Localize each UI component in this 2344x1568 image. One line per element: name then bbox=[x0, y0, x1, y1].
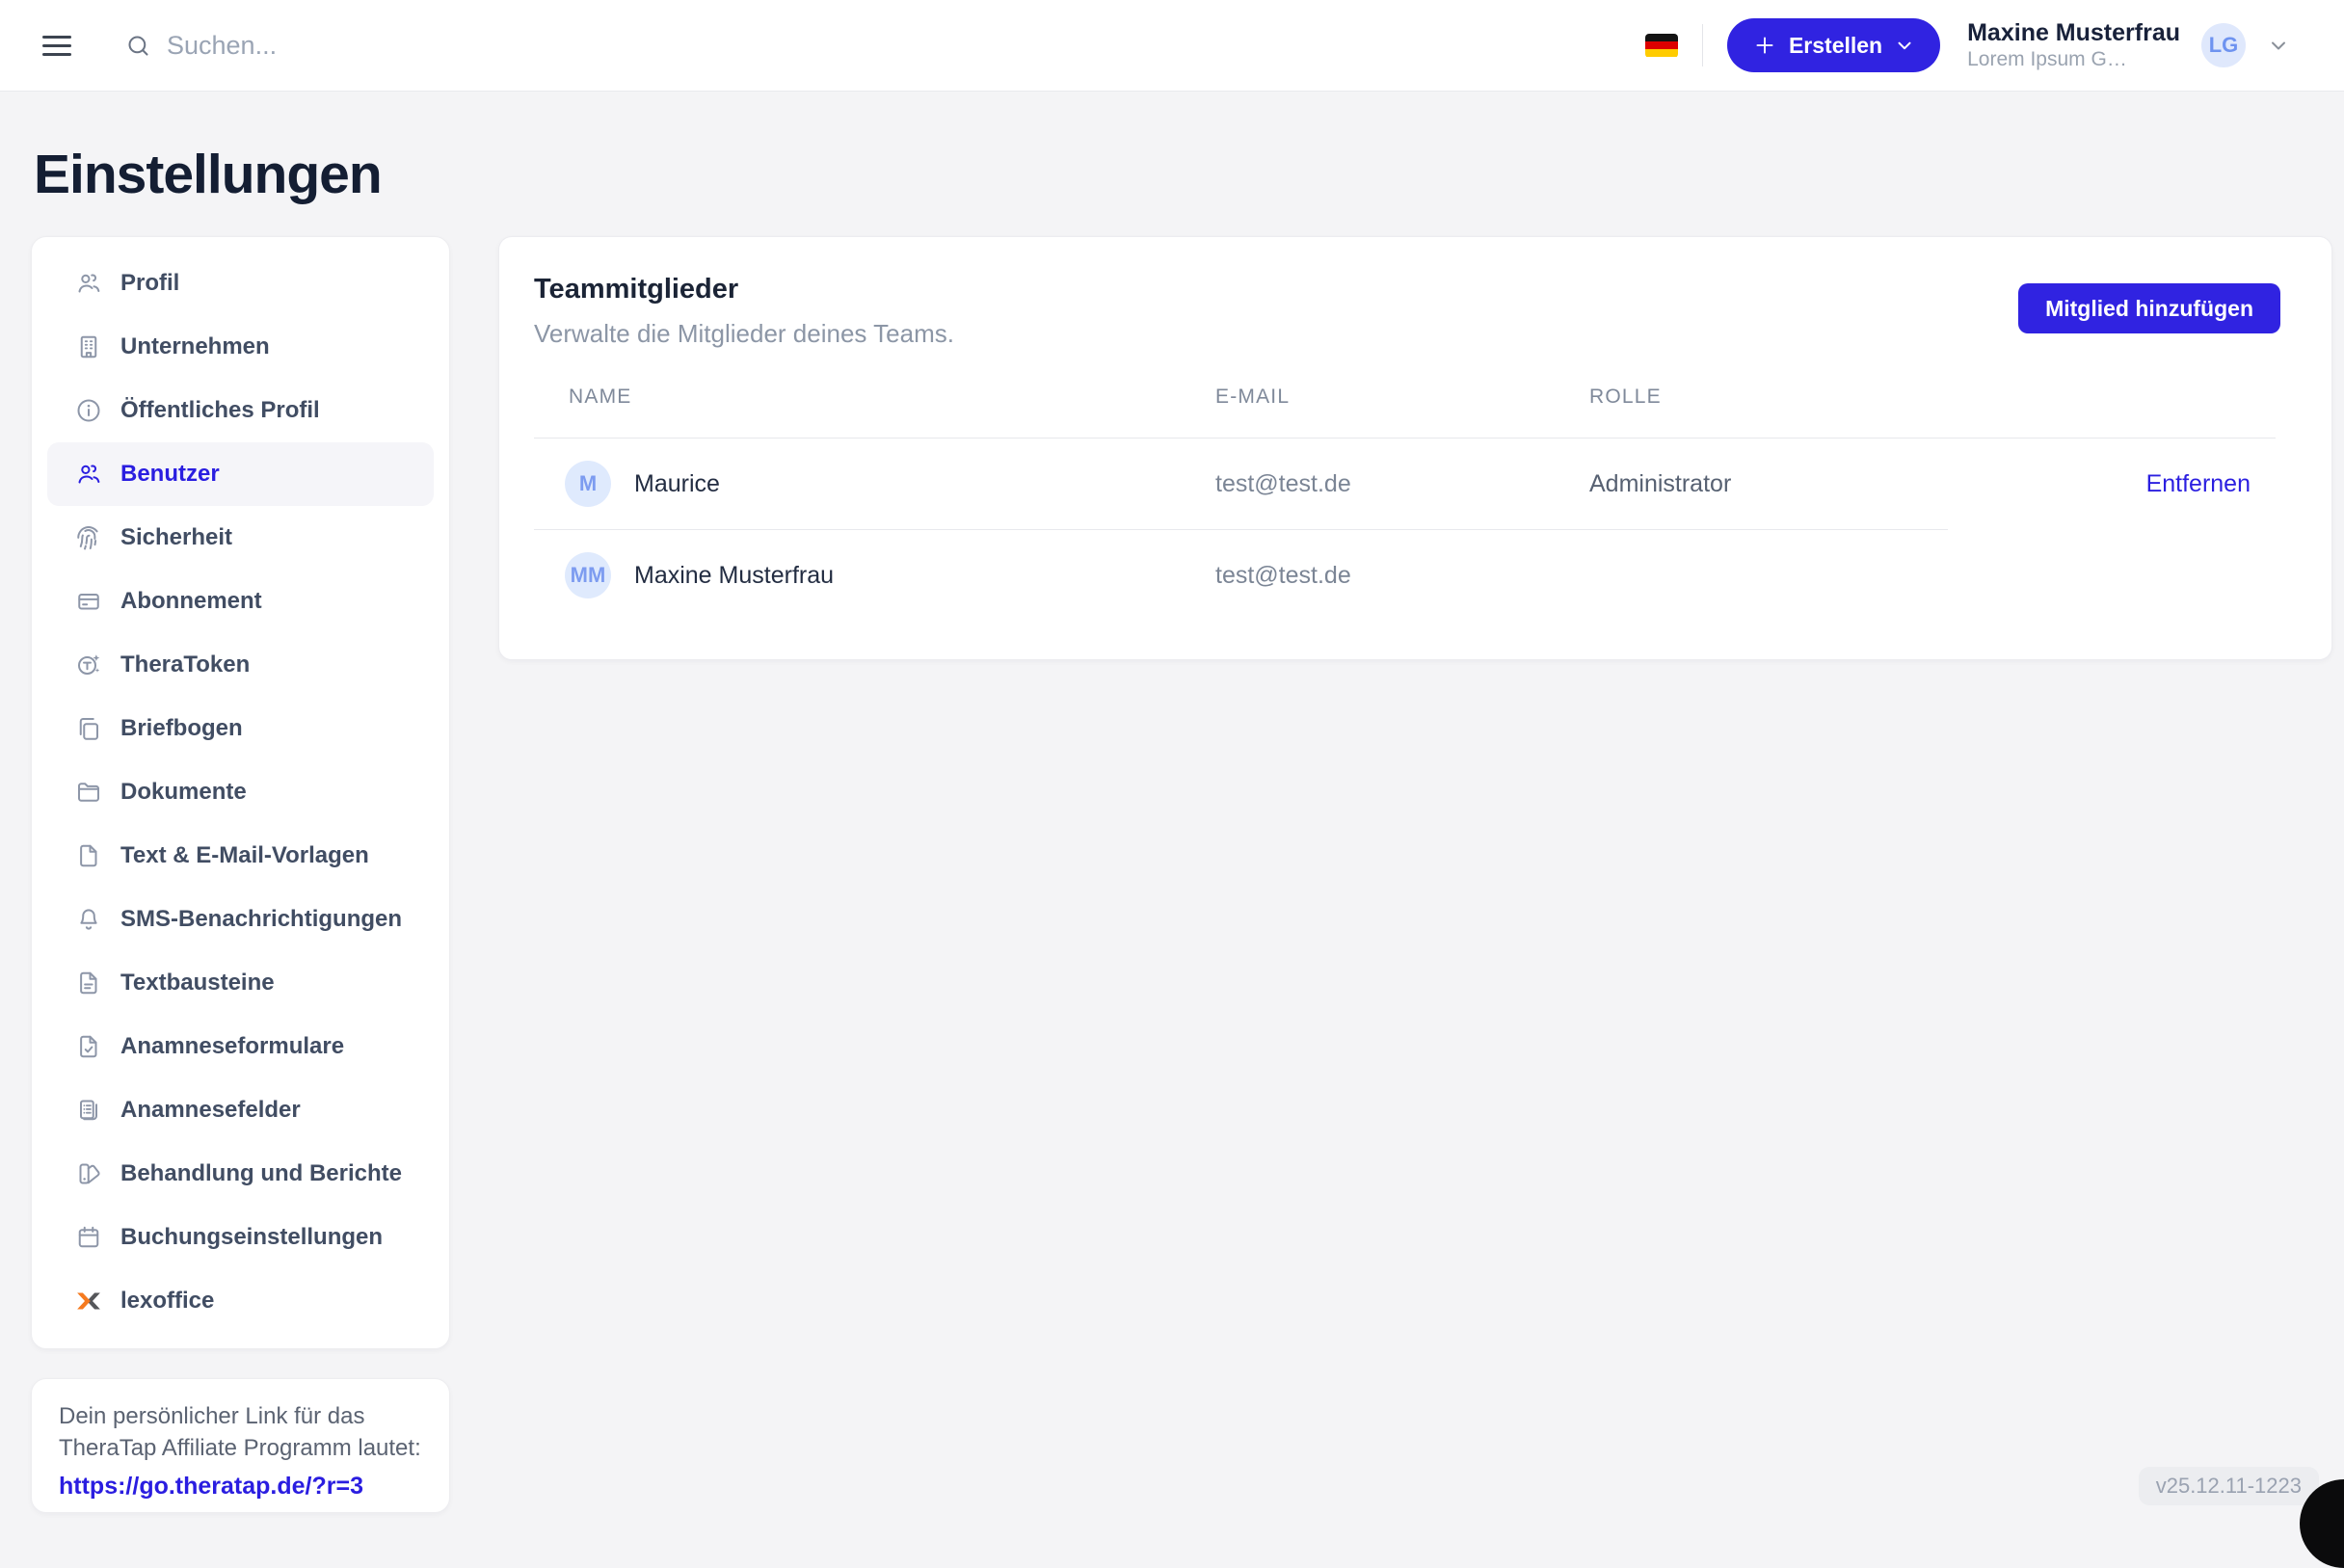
sidebar-item-behandlung-und-berichte[interactable]: Behandlung und Berichte bbox=[47, 1142, 434, 1206]
sidebar-item-unternehmen[interactable]: Unternehmen bbox=[47, 315, 434, 379]
sidebar-item-briefbogen[interactable]: Briefbogen bbox=[47, 697, 434, 760]
sidebar-item-label: SMS-Benachrichtigungen bbox=[120, 906, 402, 933]
calendar-icon bbox=[74, 1223, 103, 1252]
member-name: Maurice bbox=[634, 470, 720, 498]
sidebar-item-sms-benachrichtigungen[interactable]: SMS-Benachrichtigungen bbox=[47, 888, 434, 951]
users-icon bbox=[74, 269, 103, 298]
page-title: Einstellungen bbox=[34, 143, 382, 206]
sidebar-item-label: Behandlung und Berichte bbox=[120, 1160, 402, 1187]
token-sparkle-icon bbox=[74, 651, 103, 679]
menu-icon[interactable] bbox=[42, 36, 71, 56]
sidebar-item-label: Sicherheit bbox=[120, 524, 232, 551]
sidebar-item-label: Briefbogen bbox=[120, 715, 243, 742]
sidebar-item-text-email-vorlagen[interactable]: Text & E-Mail-Vorlagen bbox=[47, 824, 434, 888]
sidebar-item-dokumente[interactable]: Dokumente bbox=[47, 760, 434, 824]
member-name: Maxine Musterfrau bbox=[634, 562, 834, 590]
bell-icon bbox=[74, 905, 103, 934]
card-title: Teammitglieder bbox=[534, 274, 954, 306]
lexoffice-logo bbox=[74, 1287, 103, 1316]
create-button-label: Erstellen bbox=[1789, 33, 1882, 59]
plus-icon bbox=[1752, 33, 1777, 58]
sidebar-item-label: Textbausteine bbox=[120, 970, 275, 997]
version-badge: v25.12.11-1223 bbox=[2139, 1467, 2319, 1505]
user-chevron-down-icon[interactable] bbox=[2267, 34, 2290, 57]
search-icon bbox=[125, 33, 151, 59]
sidebar-item-benutzer[interactable]: Benutzer bbox=[47, 442, 434, 506]
column-header-role: ROLLE bbox=[1589, 385, 2033, 409]
header-divider bbox=[1702, 24, 1703, 66]
user-subtitle: Lorem Ipsum G… bbox=[1967, 47, 2180, 72]
sidebar-item-profil[interactable]: Profil bbox=[47, 252, 434, 315]
file-icon bbox=[74, 841, 103, 870]
member-role: Administrator bbox=[1589, 470, 2033, 498]
users-icon bbox=[74, 460, 103, 489]
user-name: Maxine Musterfrau bbox=[1967, 18, 2180, 47]
sidebar-item-label: Profil bbox=[120, 270, 179, 297]
credit-card-icon bbox=[74, 587, 103, 616]
member-email: test@test.de bbox=[1215, 562, 1589, 590]
card-subtitle: Verwalte die Mitglieder deines Teams. bbox=[534, 319, 954, 349]
file-lines-icon bbox=[74, 969, 103, 997]
sidebar-item-label: Dokumente bbox=[120, 779, 247, 806]
sidebar-item-oeffentliches-profil[interactable]: Öffentliches Profil bbox=[47, 379, 434, 442]
user-menu[interactable]: Maxine Musterfrau Lorem Ipsum G… bbox=[1967, 18, 2180, 72]
sidebar-item-theratoken[interactable]: TheraToken bbox=[47, 633, 434, 697]
sidebar-item-label: Text & E-Mail-Vorlagen bbox=[120, 842, 369, 869]
search-input[interactable] bbox=[167, 31, 745, 61]
sidebar-item-textbausteine[interactable]: Textbausteine bbox=[47, 951, 434, 1015]
swatches-icon bbox=[74, 1159, 103, 1188]
sidebar-item-buchungseinstellungen[interactable]: Buchungseinstellungen bbox=[47, 1206, 434, 1269]
column-header-email: E-MAIL bbox=[1215, 385, 1589, 409]
add-member-button[interactable]: Mitglied hinzufügen bbox=[2018, 283, 2280, 333]
sidebar-item-label: Unternehmen bbox=[120, 333, 270, 360]
search-bar bbox=[125, 31, 1645, 61]
avatar: MM bbox=[565, 552, 611, 598]
copy-pages-icon bbox=[74, 714, 103, 743]
settings-sidebar: Profil Unternehmen Öffentliches Profil B… bbox=[31, 236, 450, 1349]
affiliate-text: Dein persönlicher Link für das TheraTap … bbox=[59, 1400, 422, 1464]
affiliate-link[interactable]: https://go.theratap.de/?r=3 bbox=[59, 1473, 363, 1501]
top-bar: Erstellen Maxine Musterfrau Lorem Ipsum … bbox=[0, 0, 2344, 92]
affiliate-card: Dein persönlicher Link für das TheraTap … bbox=[31, 1378, 450, 1513]
sidebar-item-label: lexoffice bbox=[120, 1288, 214, 1315]
table-row: MM Maxine Musterfrau test@test.de bbox=[534, 530, 2276, 621]
remove-member-link[interactable]: Entfernen bbox=[2146, 470, 2251, 497]
building-icon bbox=[74, 332, 103, 361]
member-email: test@test.de bbox=[1215, 470, 1589, 498]
clipboard-list-icon bbox=[74, 1096, 103, 1125]
fingerprint-icon bbox=[74, 523, 103, 552]
sidebar-item-label: Abonnement bbox=[120, 588, 262, 615]
info-circle-icon bbox=[74, 396, 103, 425]
avatar[interactable]: LG bbox=[2201, 23, 2246, 67]
sidebar-item-lexoffice[interactable]: lexoffice bbox=[47, 1269, 434, 1333]
column-header-name: NAME bbox=[534, 385, 1215, 409]
sidebar-item-label: Öffentliches Profil bbox=[120, 397, 320, 424]
sidebar-item-label: Anamnesefelder bbox=[120, 1097, 301, 1124]
team-members-card: Teammitglieder Verwalte die Mitglieder d… bbox=[498, 236, 2332, 660]
team-members-table: NAME E-MAIL ROLLE M Maurice test@test.de… bbox=[534, 385, 2276, 621]
create-button[interactable]: Erstellen bbox=[1727, 18, 1940, 72]
sidebar-item-label: Buchungseinstellungen bbox=[120, 1224, 383, 1251]
folder-icon bbox=[74, 778, 103, 807]
sidebar-item-abonnement[interactable]: Abonnement bbox=[47, 570, 434, 633]
table-header-row: NAME E-MAIL ROLLE bbox=[534, 385, 2276, 439]
sidebar-item-anamnesefelder[interactable]: Anamnesefelder bbox=[47, 1078, 434, 1142]
avatar: M bbox=[565, 461, 611, 507]
file-check-icon bbox=[74, 1032, 103, 1061]
language-flag-german[interactable] bbox=[1645, 34, 1678, 58]
sidebar-item-label: Benutzer bbox=[120, 461, 220, 488]
chevron-down-icon bbox=[1894, 35, 1915, 56]
sidebar-item-anamneseformulare[interactable]: Anamneseformulare bbox=[47, 1015, 434, 1078]
sidebar-item-label: Anamneseformulare bbox=[120, 1033, 344, 1060]
sidebar-item-label: TheraToken bbox=[120, 651, 250, 678]
sidebar-item-sicherheit[interactable]: Sicherheit bbox=[47, 506, 434, 570]
table-row: M Maurice test@test.de Administrator Ent… bbox=[534, 439, 2276, 529]
